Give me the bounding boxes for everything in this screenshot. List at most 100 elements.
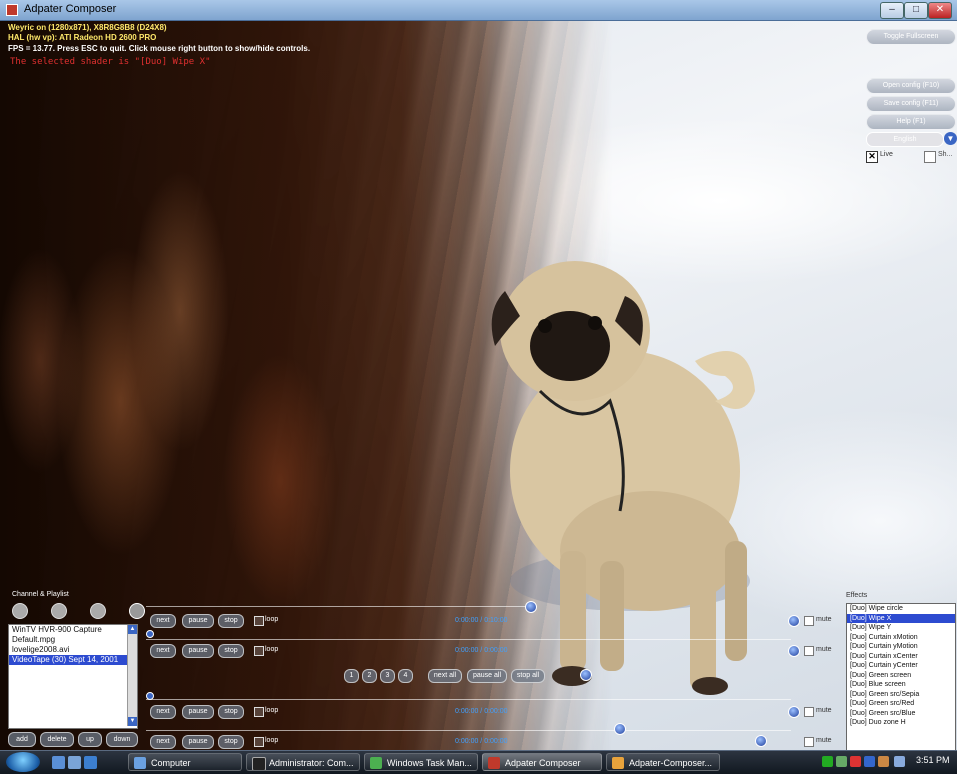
- help-button[interactable]: Help (F1): [866, 114, 956, 130]
- playlist-item[interactable]: WinTV HVR-900 Capture: [9, 625, 137, 635]
- channel-1-selector[interactable]: [12, 603, 28, 619]
- playlist-scrollbar[interactable]: ▲ ▼: [127, 625, 137, 726]
- channel-4-select-button[interactable]: 4: [398, 669, 413, 683]
- start-button[interactable]: [6, 752, 40, 772]
- playlist-item[interactable]: lovelige2008.avi: [9, 645, 137, 655]
- open-config-button[interactable]: Open config (F10): [866, 78, 956, 94]
- pause-all-button[interactable]: pause all: [467, 669, 507, 683]
- channel-3-next-button[interactable]: next: [150, 705, 176, 719]
- effect-item[interactable]: [Duo] Wipe X: [847, 613, 955, 623]
- save-config-button[interactable]: Save config (F11): [866, 96, 956, 112]
- channel-4-pause-button[interactable]: pause: [182, 735, 214, 749]
- clock[interactable]: 3:51 PM: [916, 755, 950, 765]
- channel-1-pause-button[interactable]: pause: [182, 614, 214, 628]
- channel-2-marker: [146, 630, 154, 638]
- volume-icon[interactable]: [894, 756, 905, 767]
- network-icon[interactable]: [822, 756, 833, 767]
- channel-2-stop-button[interactable]: stop: [218, 644, 244, 658]
- channel-2-next-button[interactable]: next: [150, 644, 176, 658]
- tray-app-icon[interactable]: [878, 756, 889, 767]
- effect-item[interactable]: [Duo] Green src/Sepia: [847, 690, 955, 700]
- pug-image: [491, 261, 755, 695]
- show-desktop-icon[interactable]: [52, 756, 65, 769]
- channel-4-volume-knob[interactable]: [755, 735, 767, 747]
- channel-1-mute-checkbox[interactable]: [804, 616, 814, 626]
- effect-item[interactable]: [Duo] Wipe circle: [847, 604, 955, 614]
- language-select[interactable]: English: [866, 132, 944, 147]
- channel-2-pause-button[interactable]: pause: [182, 644, 214, 658]
- toggle-fullscreen-button[interactable]: Toggle Fullscreen: [866, 29, 956, 45]
- channel-4-stop-button[interactable]: stop: [218, 735, 244, 749]
- effect-item[interactable]: [Duo] Curtain yCenter: [847, 661, 955, 671]
- next-all-button[interactable]: next all: [428, 669, 462, 683]
- channel-4-seek-track[interactable]: [146, 730, 791, 731]
- effect-item[interactable]: [Duo] Curtain yMotion: [847, 642, 955, 652]
- channel-2-select-button[interactable]: 2: [362, 669, 377, 683]
- effect-item[interactable]: [Duo] Green src/Blue: [847, 709, 955, 719]
- channel-2-loop-checkbox[interactable]: [254, 646, 264, 656]
- channel-3-stop-button[interactable]: stop: [218, 705, 244, 719]
- tray-app-icon[interactable]: [836, 756, 847, 767]
- effect-item[interactable]: [Duo] Wipe Y: [847, 623, 955, 633]
- scroll-up-icon[interactable]: ▲: [128, 625, 137, 634]
- crossfade-handle[interactable]: [580, 669, 592, 681]
- channel-1-seek-track[interactable]: [146, 606, 526, 607]
- scroll-down-icon[interactable]: ▼: [128, 717, 137, 726]
- security-icon[interactable]: [850, 756, 861, 767]
- channel-3-volume-knob[interactable]: [788, 706, 800, 718]
- maximize-button[interactable]: □: [904, 2, 928, 19]
- channel-1-next-button[interactable]: next: [150, 614, 176, 628]
- channel-2-mute-checkbox[interactable]: [804, 646, 814, 656]
- effect-item[interactable]: [Duo] Duo zone H: [847, 718, 955, 728]
- channel-3-pause-button[interactable]: pause: [182, 705, 214, 719]
- playlist-item[interactable]: Default.mpg: [9, 635, 137, 645]
- effect-item[interactable]: [Duo] Blue screen: [847, 680, 955, 690]
- up-button[interactable]: up: [78, 732, 102, 747]
- playlist[interactable]: WinTV HVR-900 Capture Default.mpg loveli…: [8, 624, 138, 729]
- taskbar-item-command-prompt[interactable]: Administrator: Com...: [246, 753, 360, 771]
- title-bar: Adpater Composer – □ ✕: [0, 0, 957, 21]
- channel-1-stop-button[interactable]: stop: [218, 614, 244, 628]
- chevron-down-icon[interactable]: ▼: [944, 132, 957, 145]
- channel-4-mute-checkbox[interactable]: [804, 737, 814, 747]
- taskbar-item-task-manager[interactable]: Windows Task Man...: [364, 753, 478, 771]
- browser-icon[interactable]: [84, 756, 97, 769]
- effect-item[interactable]: [Duo] Green screen: [847, 671, 955, 681]
- taskbar-item-adpater-composer[interactable]: Adpater Composer: [482, 753, 602, 771]
- add-button[interactable]: add: [8, 732, 36, 747]
- channel-3-mute-checkbox[interactable]: [804, 707, 814, 717]
- effect-item[interactable]: [Duo] Curtain xCenter: [847, 652, 955, 662]
- delete-button[interactable]: delete: [40, 732, 74, 747]
- close-button[interactable]: ✕: [928, 2, 952, 19]
- tray-app-icon[interactable]: [864, 756, 875, 767]
- channel-3-time: 0:00:00 / 0:00:00: [455, 708, 508, 715]
- channel-3-seek-track[interactable]: [146, 699, 791, 700]
- effect-item[interactable]: [Duo] Green src/Red: [847, 699, 955, 709]
- effects-list[interactable]: [Duo] Wipe circle [Duo] Wipe X [Duo] Wip…: [846, 603, 956, 750]
- taskbar-item-adpater-composer-2[interactable]: Adpater-Composer...: [606, 753, 720, 771]
- channel-1-select-button[interactable]: 1: [344, 669, 359, 683]
- channel-3-selector[interactable]: [90, 603, 106, 619]
- channel-4-seek-handle[interactable]: [614, 723, 626, 735]
- channel-2-seek-track[interactable]: [146, 639, 791, 640]
- live-checkbox[interactable]: ✕: [866, 151, 878, 163]
- channel-3-select-button[interactable]: 3: [380, 669, 395, 683]
- effect-item[interactable]: [Duo] Curtain xMotion: [847, 633, 955, 643]
- channel-2-volume-knob[interactable]: [788, 645, 800, 657]
- stop-all-button[interactable]: stop all: [511, 669, 545, 683]
- minimize-button[interactable]: –: [880, 2, 904, 19]
- playlist-item[interactable]: VideoTape (30) Sept 14, 2001: [9, 655, 137, 665]
- channel-1-seek-handle[interactable]: [525, 601, 537, 613]
- second-checkbox[interactable]: [924, 151, 936, 163]
- channel-2-selector[interactable]: [51, 603, 67, 619]
- video-output[interactable]: Weyric on (1280x871), X8R8G8B8 (D24X8) H…: [0, 21, 957, 750]
- channel-4-selector[interactable]: [129, 603, 145, 619]
- taskbar-item-computer[interactable]: Computer: [128, 753, 242, 771]
- channel-1-volume-knob[interactable]: [788, 615, 800, 627]
- down-button[interactable]: down: [106, 732, 138, 747]
- channel-1-loop-checkbox[interactable]: [254, 616, 264, 626]
- channel-4-loop-checkbox[interactable]: [254, 737, 264, 747]
- switch-windows-icon[interactable]: [68, 756, 81, 769]
- channel-4-next-button[interactable]: next: [150, 735, 176, 749]
- channel-3-loop-checkbox[interactable]: [254, 707, 264, 717]
